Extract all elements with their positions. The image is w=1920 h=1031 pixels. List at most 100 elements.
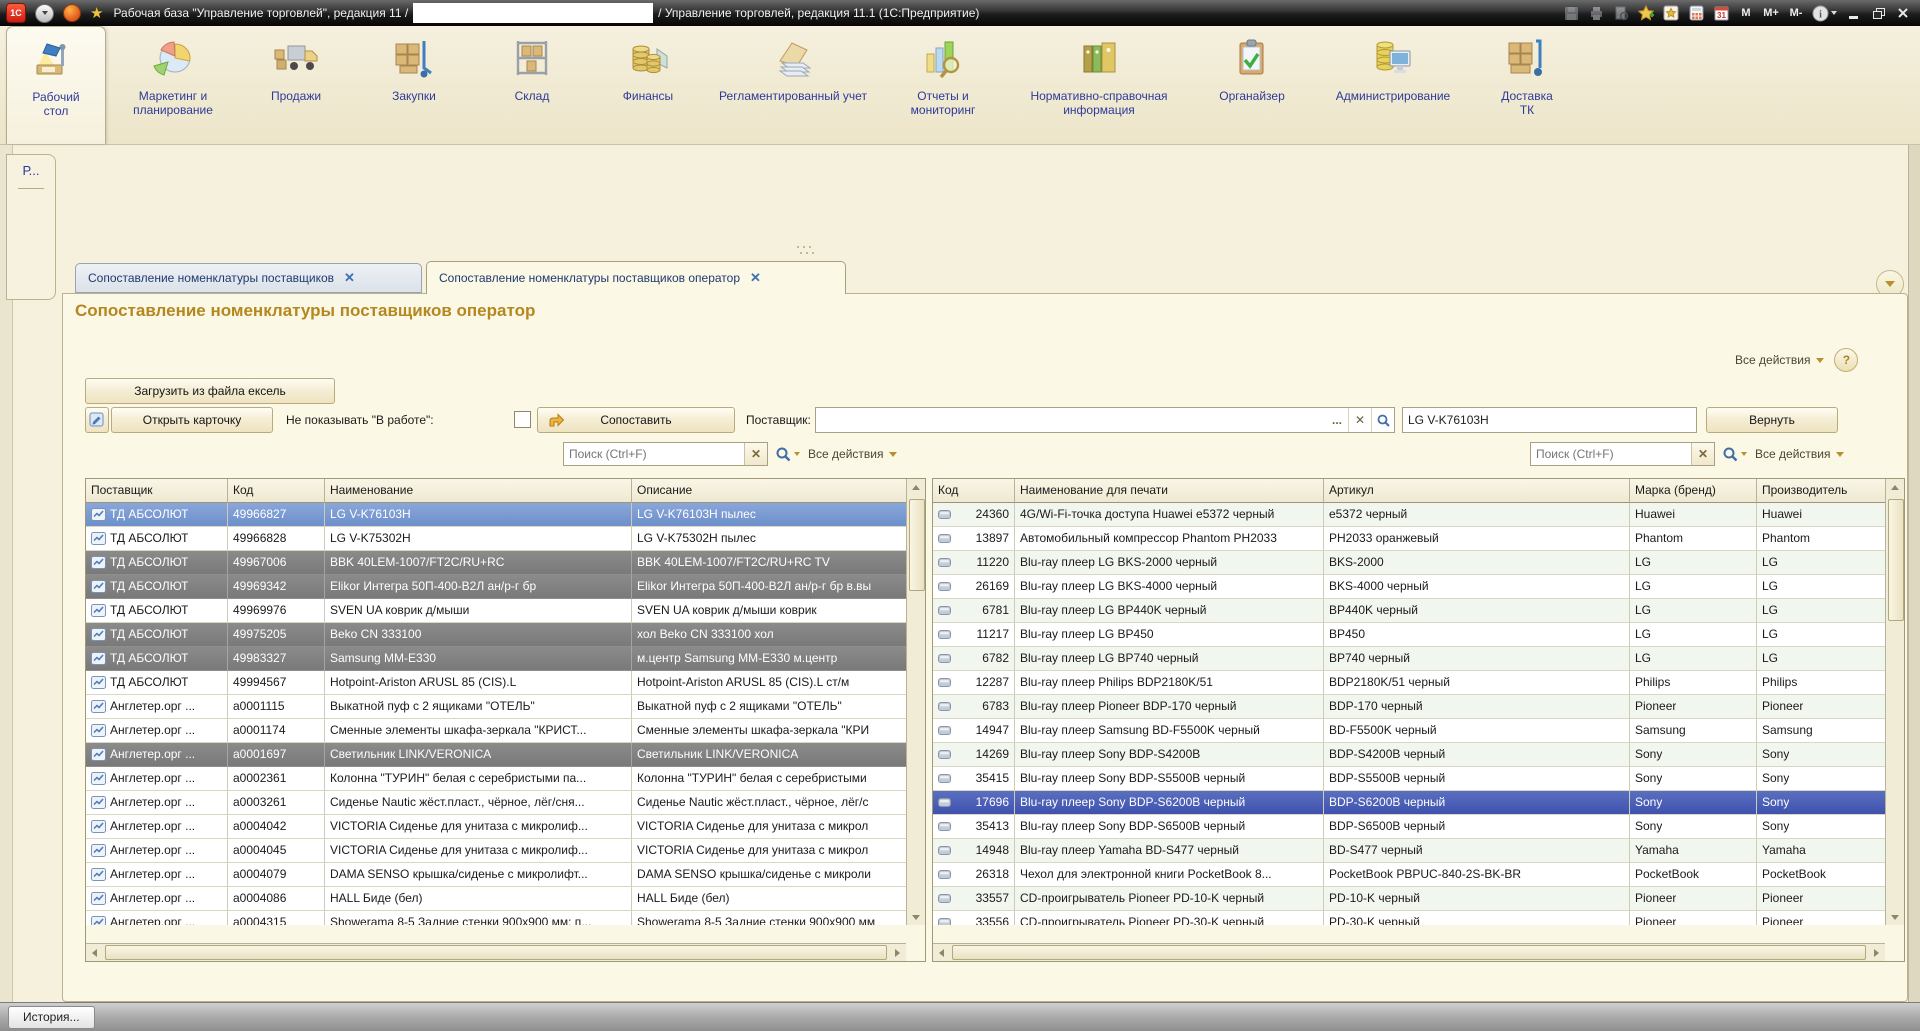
scroll-up-icon[interactable] bbox=[1886, 479, 1903, 495]
scroll-right-icon[interactable] bbox=[1868, 945, 1885, 961]
table-row[interactable]: Англетер.орг ...a0004045VICTORIA Сиденье… bbox=[86, 839, 906, 863]
table-row[interactable]: 6781Blu-ray плеер LG BP440K черныйBP440K… bbox=[933, 599, 1885, 623]
column-header[interactable]: Поставщик bbox=[86, 479, 228, 503]
table-row[interactable]: Англетер.орг ...a0001174Сменные элементы… bbox=[86, 719, 906, 743]
table-row[interactable]: 14269Blu-ray плеер Sony BDP-S4200BBDP-S4… bbox=[933, 743, 1885, 767]
print-preview-icon[interactable] bbox=[1612, 4, 1630, 22]
clear-field-icon[interactable]: ✕ bbox=[1348, 408, 1371, 432]
scroll-up-icon[interactable] bbox=[907, 479, 924, 495]
column-header[interactable]: Производитель bbox=[1757, 479, 1885, 503]
table-row[interactable]: Англетер.орг ...a0004086HALL Биде (бел)H… bbox=[86, 887, 906, 911]
calendar-icon[interactable]: 31 bbox=[1712, 4, 1730, 22]
all-actions-top-button[interactable]: Все действия bbox=[1735, 353, 1824, 367]
table-row[interactable]: ТД АБСОЛЮТ49969342Elikor Интегра 50П-400… bbox=[86, 575, 906, 599]
table-row[interactable]: 33557CD-проигрыватель Pioneer PD-10-K че… bbox=[933, 887, 1885, 911]
left-search-input[interactable] bbox=[564, 443, 744, 465]
table-row[interactable]: ТД АБСОЛЮТ49966828LG V-K75302HLG V-K7530… bbox=[86, 527, 906, 551]
right-search-options-button[interactable] bbox=[1723, 447, 1747, 462]
section-desk-lamp[interactable]: Рабочий стол bbox=[6, 26, 106, 144]
table-row[interactable]: Англетер.орг ...a0004079DAMA SENSO крышк… bbox=[86, 863, 906, 887]
scroll-down-icon[interactable] bbox=[1886, 909, 1903, 925]
section-database-monitor[interactable]: Администрирование bbox=[1314, 26, 1472, 144]
open-list-magnifier-icon[interactable] bbox=[1371, 408, 1394, 432]
favorites-list-icon[interactable] bbox=[1662, 4, 1680, 22]
scroll-thumb[interactable] bbox=[1888, 499, 1904, 621]
scroll-left-icon[interactable] bbox=[933, 945, 950, 961]
memory-m-minus-button[interactable]: M- bbox=[1787, 4, 1805, 22]
clear-search-icon[interactable]: ✕ bbox=[1691, 443, 1714, 465]
table-row[interactable]: 33556CD-проигрыватель Pioneer PD-30-K че… bbox=[933, 911, 1885, 925]
scroll-down-icon[interactable] bbox=[907, 909, 924, 925]
table-row[interactable]: 26318Чехол для электронной книги PocketB… bbox=[933, 863, 1885, 887]
quick-access-button[interactable] bbox=[63, 4, 81, 22]
table-row[interactable]: Англетер.орг ...a0002361Колонна "ТУРИН" … bbox=[86, 767, 906, 791]
history-button[interactable]: История... bbox=[8, 1006, 95, 1029]
table-row[interactable]: 17696Blu-ray плеер Sony BDP-S6200B черны… bbox=[933, 791, 1885, 815]
right-all-actions-button[interactable]: Все действия bbox=[1755, 447, 1844, 461]
right-horizontal-scrollbar[interactable] bbox=[933, 943, 1885, 961]
table-row[interactable]: ТД АБСОЛЮТ49966827LG V-K76103HLG V-K7610… bbox=[86, 503, 906, 527]
left-search-options-button[interactable] bbox=[776, 447, 800, 462]
table-row[interactable]: 14948Blu-ray плеер Yamaha BD-S477 черный… bbox=[933, 839, 1885, 863]
column-header[interactable]: Наименование для печати bbox=[1015, 479, 1324, 503]
close-icon[interactable]: ✕ bbox=[344, 270, 355, 286]
table-row[interactable]: Англетер.орг ...a0003261Сиденье Nautic ж… bbox=[86, 791, 906, 815]
scroll-thumb[interactable] bbox=[952, 945, 1866, 960]
table-row[interactable]: 13897Автомобильный компрессор Phantom PH… bbox=[933, 527, 1885, 551]
save-icon[interactable] bbox=[1562, 4, 1580, 22]
section-folders[interactable]: Нормативно-справочная информация bbox=[1008, 26, 1190, 144]
close-icon[interactable]: ✕ bbox=[750, 270, 761, 286]
column-header[interactable]: Марка (бренд) bbox=[1630, 479, 1757, 503]
print-icon[interactable] bbox=[1587, 4, 1605, 22]
table-row[interactable]: Англетер.орг ...a0001697Светильник LINK/… bbox=[86, 743, 906, 767]
table-row[interactable]: Англетер.орг ...a0001115Выкатной пуф с 2… bbox=[86, 695, 906, 719]
quick-search-input[interactable] bbox=[1402, 407, 1697, 433]
section-pie-chart[interactable]: Маркетинг и планирование bbox=[112, 26, 234, 144]
section-delivery-truck[interactable]: Продажи bbox=[240, 26, 352, 144]
section-coins[interactable]: Финансы bbox=[594, 26, 702, 144]
left-all-actions-button[interactable]: Все действия bbox=[808, 447, 897, 461]
table-row[interactable]: 243604G/Wi-Fi-точка доступа Huawei e5372… bbox=[933, 503, 1885, 527]
scroll-left-icon[interactable] bbox=[86, 945, 103, 961]
tab-matching-suppliers-operator[interactable]: Сопоставление номенклатуры поставщиков о… bbox=[426, 261, 846, 294]
collapsed-panel-tab[interactable]: Р... bbox=[6, 154, 56, 300]
section-pallet-boxes[interactable]: Закупки bbox=[358, 26, 470, 144]
scroll-thumb[interactable] bbox=[909, 499, 925, 591]
table-row[interactable]: Англетер.орг ...a0004042VICTORIA Сиденье… bbox=[86, 815, 906, 839]
column-header[interactable]: Артикул bbox=[1324, 479, 1630, 503]
restore-button[interactable] bbox=[1869, 4, 1887, 22]
table-row[interactable]: 11220Blu-ray плеер LG BKS-2000 черныйBKS… bbox=[933, 551, 1885, 575]
add-favorite-icon[interactable] bbox=[1637, 4, 1655, 22]
column-header[interactable]: Наименование bbox=[325, 479, 632, 503]
left-vertical-scrollbar[interactable] bbox=[906, 479, 925, 925]
open-card-icon-button[interactable] bbox=[85, 407, 109, 433]
return-button[interactable]: Вернуть bbox=[1706, 407, 1838, 433]
close-button[interactable] bbox=[1894, 4, 1912, 22]
scroll-right-icon[interactable] bbox=[889, 945, 906, 961]
right-search-input[interactable] bbox=[1531, 443, 1691, 465]
table-row[interactable]: 14947Blu-ray плеер Samsung BD-F5500K чер… bbox=[933, 719, 1885, 743]
table-row[interactable]: ТД АБСОЛЮТ49969976SVEN UA коврик д/мышиS… bbox=[86, 599, 906, 623]
scroll-thumb[interactable] bbox=[105, 945, 887, 960]
minimize-button[interactable] bbox=[1844, 4, 1862, 22]
calculator-icon[interactable] bbox=[1687, 4, 1705, 22]
open-card-button[interactable]: Открыть карточку bbox=[111, 407, 273, 433]
choose-ellipsis-button[interactable]: ... bbox=[1326, 408, 1348, 432]
section-clipboard-check[interactable]: Органайзер bbox=[1196, 26, 1308, 144]
section-handtruck-boxes[interactable]: Доставка ТК bbox=[1478, 26, 1576, 144]
table-row[interactable]: ТД АБСОЛЮТ49975205Beko CN 333100хол Beko… bbox=[86, 623, 906, 647]
supplier-input[interactable] bbox=[816, 408, 1326, 432]
column-header[interactable]: Код bbox=[228, 479, 325, 503]
table-row[interactable]: 26169Blu-ray плеер LG BKS-4000 черныйBKS… bbox=[933, 575, 1885, 599]
section-warehouse-shelf[interactable]: Склад bbox=[476, 26, 588, 144]
table-row[interactable]: 11217Blu-ray плеер LG BP450BP450LGLG bbox=[933, 623, 1885, 647]
left-horizontal-scrollbar[interactable] bbox=[86, 943, 906, 961]
table-row[interactable]: 6782Blu-ray плеер LG BP740 черныйBP740 ч… bbox=[933, 647, 1885, 671]
splitter-handle[interactable] bbox=[795, 244, 817, 258]
section-ledger[interactable]: Регламентированный учет bbox=[708, 26, 878, 144]
table-row[interactable]: 35415Blu-ray плеер Sony BDP-S5500B черны… bbox=[933, 767, 1885, 791]
favorites-star-icon[interactable]: ★ bbox=[90, 6, 103, 21]
match-button[interactable]: Сопоставить bbox=[537, 407, 735, 433]
memory-m-plus-button[interactable]: M+ bbox=[1762, 4, 1780, 22]
section-chart-magnifier[interactable]: Отчеты и мониторинг bbox=[884, 26, 1002, 144]
